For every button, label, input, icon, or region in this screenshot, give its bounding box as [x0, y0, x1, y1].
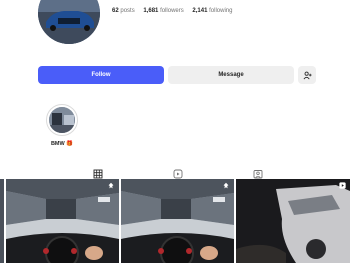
reel-icon	[339, 182, 346, 189]
posts-stat[interactable]: 62 posts	[112, 8, 136, 14]
follow-button-label: Follow	[91, 72, 111, 78]
highlight-image	[49, 107, 75, 133]
post-image-driving	[6, 179, 119, 263]
post-tile[interactable]	[236, 179, 350, 263]
grid-icon	[93, 169, 103, 179]
profile-tabs	[0, 164, 350, 179]
message-button-label: Message	[218, 72, 244, 78]
follow-button[interactable]: Follow	[38, 66, 164, 84]
car-photo	[38, 0, 100, 44]
post-tile[interactable]	[6, 179, 119, 263]
post-image	[0, 179, 4, 263]
add-person-icon	[303, 71, 312, 79]
reels-icon	[173, 169, 183, 179]
suggested-users-button[interactable]	[298, 66, 316, 84]
highlight-cover	[49, 107, 75, 133]
following-stat[interactable]: 2,141 following	[192, 8, 232, 14]
tab-tagged[interactable]	[253, 166, 263, 179]
post-tile[interactable]	[0, 179, 4, 263]
tab-reels[interactable]	[173, 166, 183, 179]
tab-posts[interactable]	[93, 166, 103, 179]
tagged-icon	[253, 170, 263, 179]
post-image-driving	[121, 179, 234, 263]
pin-icon	[223, 182, 229, 189]
pin-icon	[108, 182, 114, 189]
post-grid	[0, 179, 350, 263]
message-button[interactable]: Message	[168, 66, 294, 84]
highlight-label: BMW 🎁	[50, 141, 74, 147]
post-tile[interactable]	[121, 179, 234, 263]
story-highlight[interactable]	[46, 104, 78, 136]
followers-stat[interactable]: 1,681 followers	[143, 8, 185, 14]
profile-stats: 62 posts 1,681 followers 2,141 following	[112, 8, 239, 14]
profile-avatar[interactable]	[38, 0, 100, 44]
post-image-car-night	[236, 179, 350, 263]
